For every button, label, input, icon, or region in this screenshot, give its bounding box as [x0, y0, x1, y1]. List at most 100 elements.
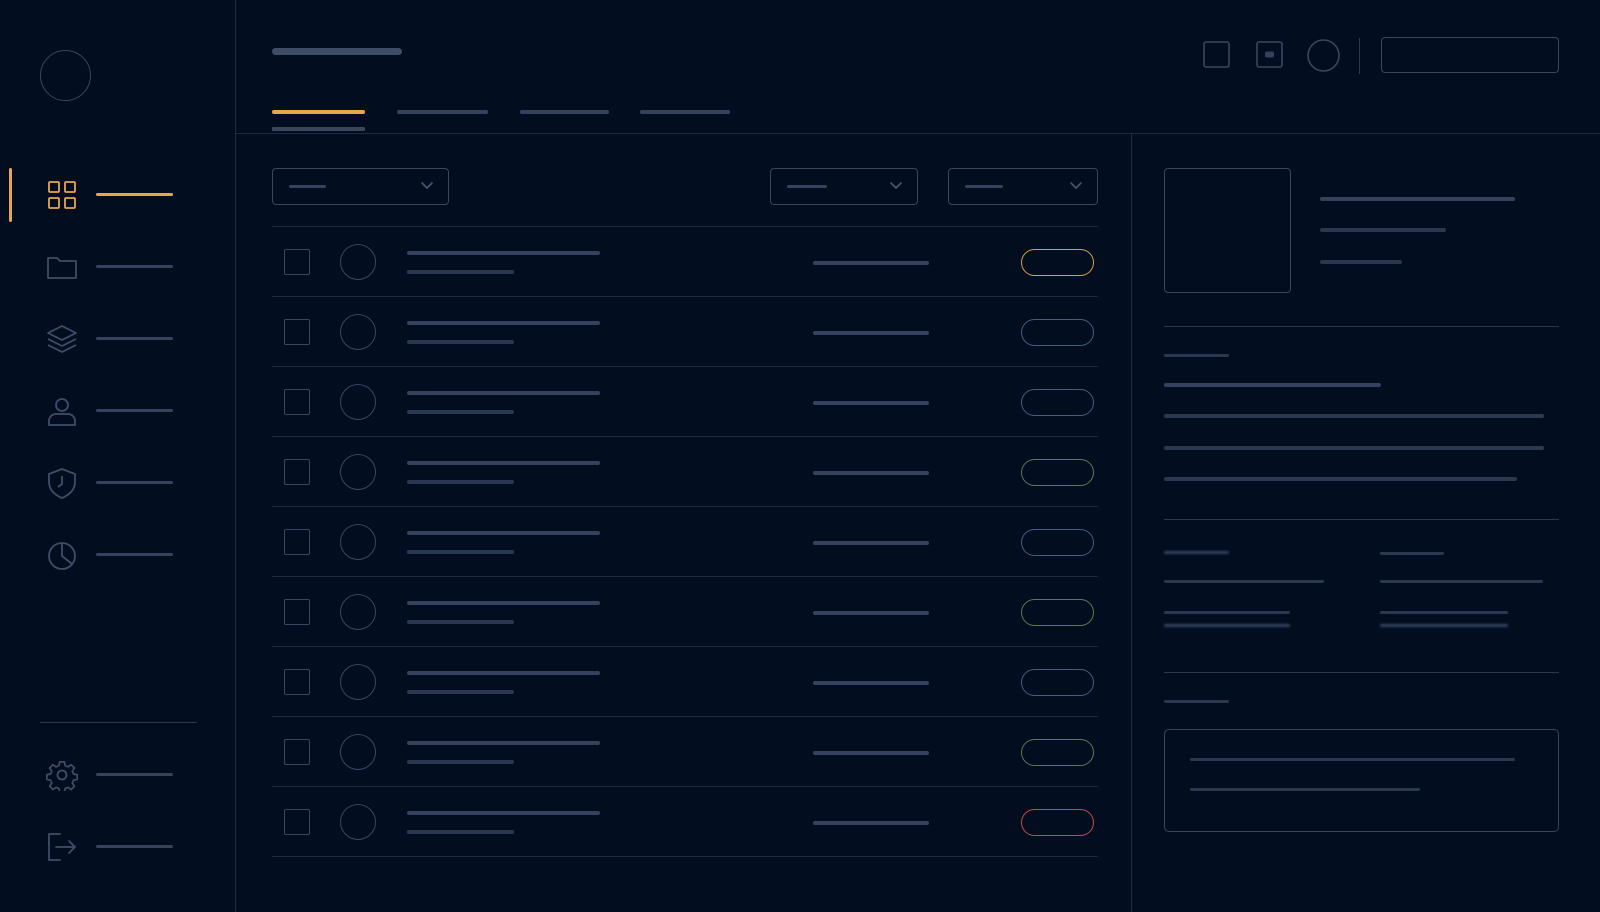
sidebar-item-logout[interactable] — [0, 818, 236, 874]
chevron-down-icon — [421, 182, 433, 189]
section-heading — [1164, 383, 1381, 387]
row-subtitle — [407, 410, 514, 414]
filter-dropdown-3[interactable] — [948, 168, 1098, 205]
status-badge[interactable] — [1021, 669, 1094, 696]
gear-icon — [46, 761, 78, 791]
chevron-down-icon — [1070, 182, 1082, 189]
tab-3[interactable] — [520, 103, 609, 131]
row-value — [813, 611, 929, 615]
avatar — [340, 384, 376, 420]
circle-icon[interactable] — [1307, 39, 1340, 72]
tab-label — [397, 110, 488, 114]
sidebar-item-settings[interactable] — [0, 746, 236, 802]
row-title — [407, 671, 600, 675]
avatar — [340, 664, 376, 700]
avatar — [340, 314, 376, 350]
table-row[interactable] — [272, 437, 1098, 507]
sidebar — [0, 0, 236, 912]
sidebar-item-folders[interactable] — [0, 238, 236, 294]
detail-divider — [1164, 672, 1559, 673]
table-row[interactable] — [272, 787, 1098, 857]
table-row[interactable] — [272, 227, 1098, 297]
tab-label — [520, 110, 609, 114]
table-row[interactable] — [272, 577, 1098, 647]
sidebar-item-label — [96, 481, 173, 484]
notes-textarea[interactable] — [1164, 729, 1559, 832]
row-value — [813, 331, 929, 335]
sidebar-item-security[interactable] — [0, 454, 236, 510]
row-checkbox[interactable] — [284, 739, 310, 765]
sidebar-item-layers[interactable] — [0, 310, 236, 366]
avatar — [340, 804, 376, 840]
row-checkbox[interactable] — [284, 249, 310, 275]
tab-2[interactable] — [397, 103, 488, 131]
table-row[interactable] — [272, 647, 1098, 717]
table-row[interactable] — [272, 297, 1098, 367]
field-value — [1380, 624, 1508, 627]
status-badge[interactable] — [1021, 599, 1094, 626]
status-badge[interactable] — [1021, 249, 1094, 276]
row-checkbox[interactable] — [284, 809, 310, 835]
description-line — [1164, 477, 1517, 481]
field-value — [1380, 611, 1508, 614]
row-checkbox[interactable] — [284, 599, 310, 625]
description-line — [1164, 446, 1544, 450]
row-value — [813, 541, 929, 545]
description-line — [1164, 414, 1544, 418]
notes-label — [1164, 700, 1229, 703]
row-title — [407, 461, 600, 465]
note-line — [1190, 758, 1515, 761]
status-badge[interactable] — [1021, 529, 1094, 556]
table-row[interactable] — [272, 717, 1098, 787]
status-badge[interactable] — [1021, 389, 1094, 416]
dropdown-value — [965, 185, 1003, 188]
row-title — [407, 601, 600, 605]
filter-dropdown-1[interactable] — [272, 168, 449, 205]
row-checkbox[interactable] — [284, 459, 310, 485]
sidebar-item-users[interactable] — [0, 382, 236, 438]
avatar — [340, 244, 376, 280]
user-icon — [48, 398, 76, 426]
table-row[interactable] — [272, 507, 1098, 577]
row-title — [407, 531, 600, 535]
status-badge[interactable] — [1021, 319, 1094, 346]
detail-meta — [1320, 260, 1402, 264]
dropdown-value — [289, 185, 326, 188]
folder-icon — [47, 257, 77, 279]
row-subtitle — [407, 830, 514, 834]
row-checkbox[interactable] — [284, 389, 310, 415]
row-checkbox[interactable] — [284, 669, 310, 695]
sidebar-item-dashboard[interactable] — [0, 166, 236, 222]
row-value — [813, 471, 929, 475]
field-label — [1380, 552, 1444, 555]
row-checkbox[interactable] — [284, 319, 310, 345]
logo-circle[interactable] — [40, 50, 91, 101]
sidebar-item-label — [96, 845, 173, 848]
row-subtitle — [407, 760, 514, 764]
field-value — [1164, 624, 1290, 627]
row-title — [407, 741, 600, 745]
row-checkbox[interactable] — [284, 529, 310, 555]
tab-4[interactable] — [640, 103, 730, 131]
square-icon[interactable] — [1203, 41, 1230, 68]
sidebar-item-reports[interactable] — [0, 526, 236, 582]
field-label — [1164, 551, 1229, 554]
panel-divider — [1131, 133, 1132, 912]
status-badge[interactable] — [1021, 459, 1094, 486]
row-subtitle — [407, 340, 514, 344]
search-input[interactable] — [1381, 37, 1559, 73]
chevron-down-icon — [890, 182, 902, 189]
field-value — [1380, 580, 1543, 583]
detail-title — [1320, 197, 1515, 201]
row-value — [813, 751, 929, 755]
sidebar-item-label — [96, 193, 173, 196]
table-row[interactable] — [272, 367, 1098, 437]
row-title — [407, 811, 600, 815]
stop-square-icon[interactable] — [1256, 41, 1283, 68]
row-value — [813, 681, 929, 685]
filter-dropdown-2[interactable] — [770, 168, 918, 205]
status-badge[interactable] — [1021, 739, 1094, 766]
tab-1[interactable] — [272, 103, 365, 131]
status-badge[interactable] — [1021, 809, 1094, 836]
row-value — [813, 261, 929, 265]
